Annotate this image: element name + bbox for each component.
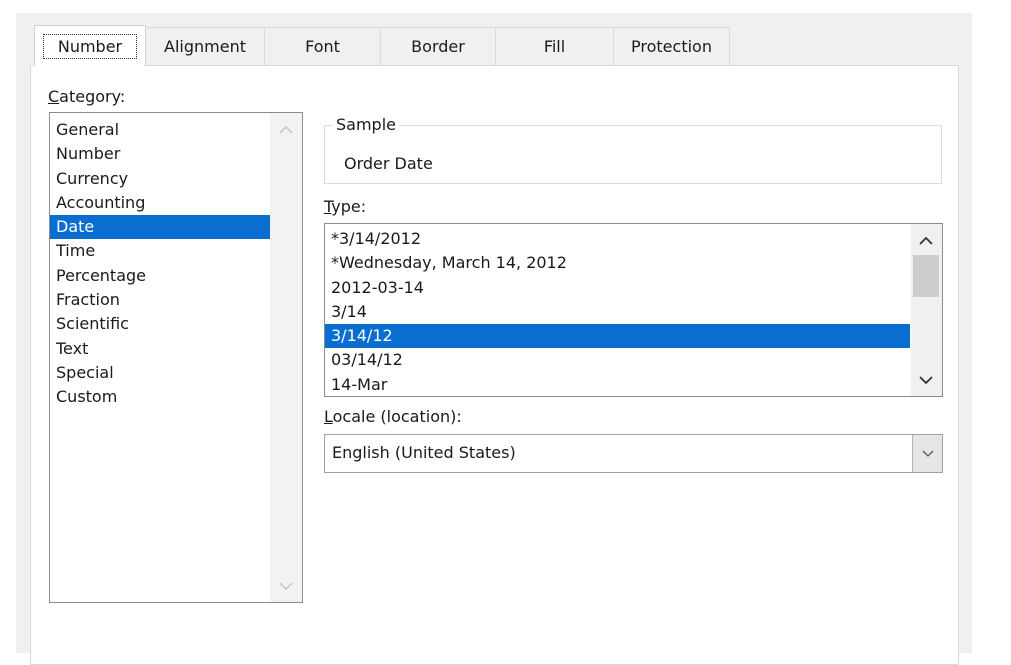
tab-alignment-label: Alignment <box>164 37 246 56</box>
type-item[interactable]: 14-Mar <box>325 373 910 396</box>
type-scroll-up-button[interactable] <box>911 226 941 254</box>
type-scrollbar[interactable] <box>911 224 942 396</box>
category-item-currency[interactable]: Currency <box>50 167 270 191</box>
category-item-text[interactable]: Text <box>50 337 270 361</box>
category-scroll-down-button[interactable] <box>270 572 302 600</box>
tab-number-label: Number <box>42 33 138 59</box>
category-item-number[interactable]: Number <box>50 142 270 166</box>
category-item-fraction[interactable]: Fraction <box>50 288 270 312</box>
type-item[interactable]: *Wednesday, March 14, 2012 <box>325 251 910 275</box>
category-item-custom[interactable]: Custom <box>50 385 270 409</box>
type-item[interactable]: *3/14/2012 <box>325 227 910 251</box>
category-label: Category: <box>48 87 125 106</box>
tab-number[interactable]: Number <box>34 25 146 66</box>
category-label-accesskey: C <box>48 87 60 106</box>
sample-title: Sample <box>333 115 399 134</box>
category-scroll-up-button[interactable] <box>270 115 302 143</box>
locale-dropdown-button[interactable] <box>912 435 942 472</box>
type-label-text: ype: <box>331 197 367 216</box>
tab-font-label: Font <box>305 37 340 56</box>
locale-combobox[interactable]: English (United States) <box>324 434 943 473</box>
category-item-time[interactable]: Time <box>50 239 270 263</box>
chevron-up-icon <box>919 236 933 245</box>
category-item-date[interactable]: Date <box>50 215 270 240</box>
tab-protection[interactable]: Protection <box>613 27 730 65</box>
category-item-accounting[interactable]: Accounting <box>50 191 270 215</box>
tab-fill-label: Fill <box>543 37 566 56</box>
type-item[interactable]: 3/14 <box>325 300 910 324</box>
tab-font[interactable]: Font <box>264 27 381 65</box>
type-items: *3/14/2012 *Wednesday, March 14, 2012 20… <box>325 224 942 396</box>
category-item-percentage[interactable]: Percentage <box>50 264 270 288</box>
category-item-special[interactable]: Special <box>50 361 270 385</box>
chevron-down-icon <box>919 375 933 384</box>
chevron-up-icon <box>279 125 293 134</box>
category-scrollbar[interactable] <box>270 113 302 602</box>
tab-fill[interactable]: Fill <box>495 27 614 65</box>
locale-label-text: ocale (location): <box>332 407 462 426</box>
type-scroll-down-button[interactable] <box>911 366 941 394</box>
category-listbox[interactable]: General Number Currency Accounting Date … <box>49 112 303 603</box>
tab-border-label: Border <box>411 37 465 56</box>
chevron-down-icon <box>279 581 293 590</box>
tab-protection-label: Protection <box>631 37 712 56</box>
locale-value: English (United States) <box>332 443 516 462</box>
type-scroll-thumb[interactable] <box>913 255 939 297</box>
category-items: General Number Currency Accounting Date … <box>50 113 302 410</box>
sample-groupbox: Sample Order Date <box>324 115 942 184</box>
sample-value: Order Date <box>344 154 433 173</box>
category-label-text: ategory: <box>59 87 126 106</box>
category-item-general[interactable]: General <box>50 118 270 142</box>
type-item[interactable]: 2012-03-14 <box>325 276 910 300</box>
type-label: Type: <box>324 197 366 216</box>
tab-alignment[interactable]: Alignment <box>145 27 265 65</box>
category-item-scientific[interactable]: Scientific <box>50 312 270 336</box>
locale-label-accesskey: L <box>324 407 333 426</box>
tab-border[interactable]: Border <box>380 27 496 65</box>
type-listbox[interactable]: *3/14/2012 *Wednesday, March 14, 2012 20… <box>324 223 943 397</box>
type-item[interactable]: 03/14/12 <box>325 348 910 372</box>
type-item-selected[interactable]: 3/14/12 <box>325 324 910 349</box>
locale-label: Locale (location): <box>324 407 462 426</box>
chevron-down-icon <box>922 450 933 457</box>
